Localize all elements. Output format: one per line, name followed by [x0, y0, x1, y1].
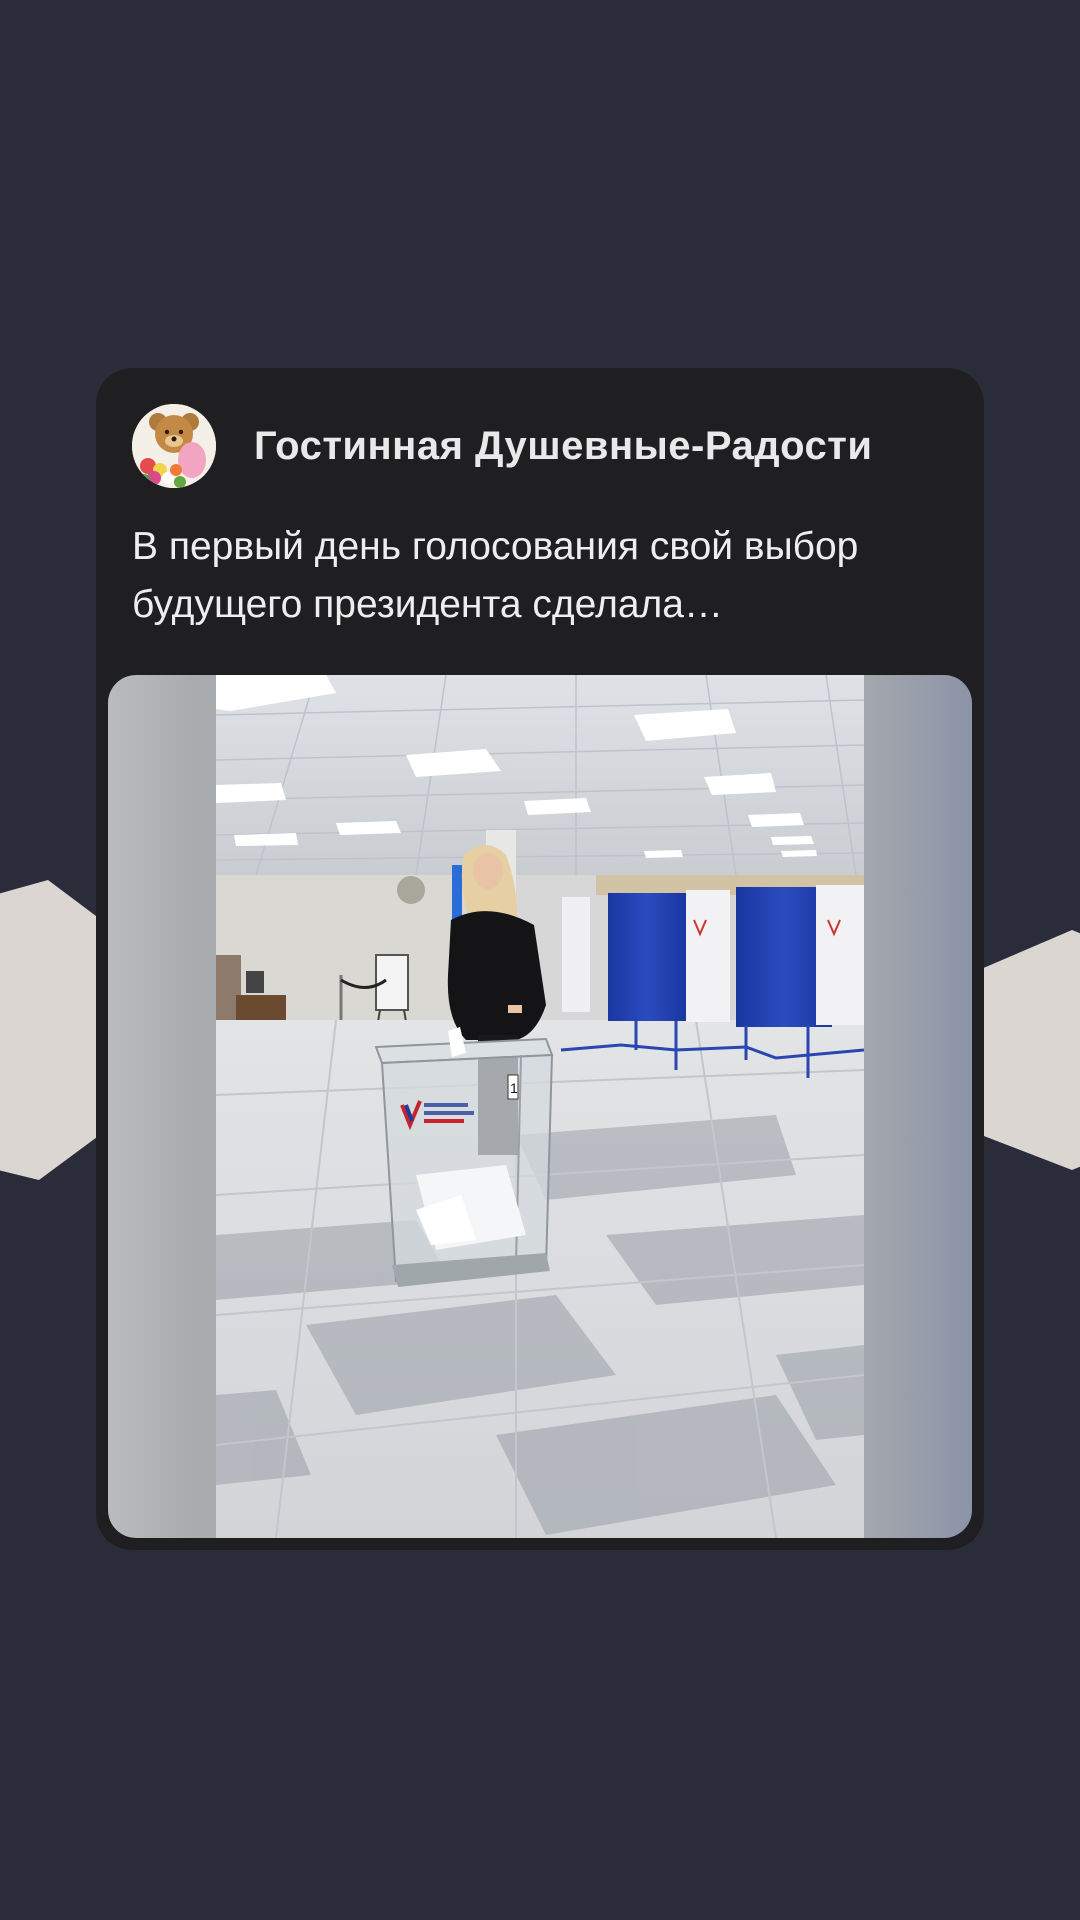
post-card[interactable]: Гостинная Душевные-Радости В первый день…	[96, 368, 984, 1550]
voting-station-photo: 1	[216, 675, 864, 1538]
post-photo[interactable]: 1	[216, 675, 864, 1538]
avatar[interactable]	[132, 404, 216, 488]
svg-text:1: 1	[510, 1080, 518, 1096]
author-name[interactable]: Гостинная Душевные-Радости	[254, 424, 872, 469]
teddy-bear-icon	[132, 404, 216, 488]
story-screen: Гостинная Душевные-Радости В первый день…	[0, 0, 1080, 1920]
post-header: Гостинная Душевные-Радости	[132, 404, 948, 488]
post-media[interactable]: 1	[108, 675, 972, 1538]
post-text[interactable]: В первый день голосования свой выбор буд…	[132, 518, 952, 634]
